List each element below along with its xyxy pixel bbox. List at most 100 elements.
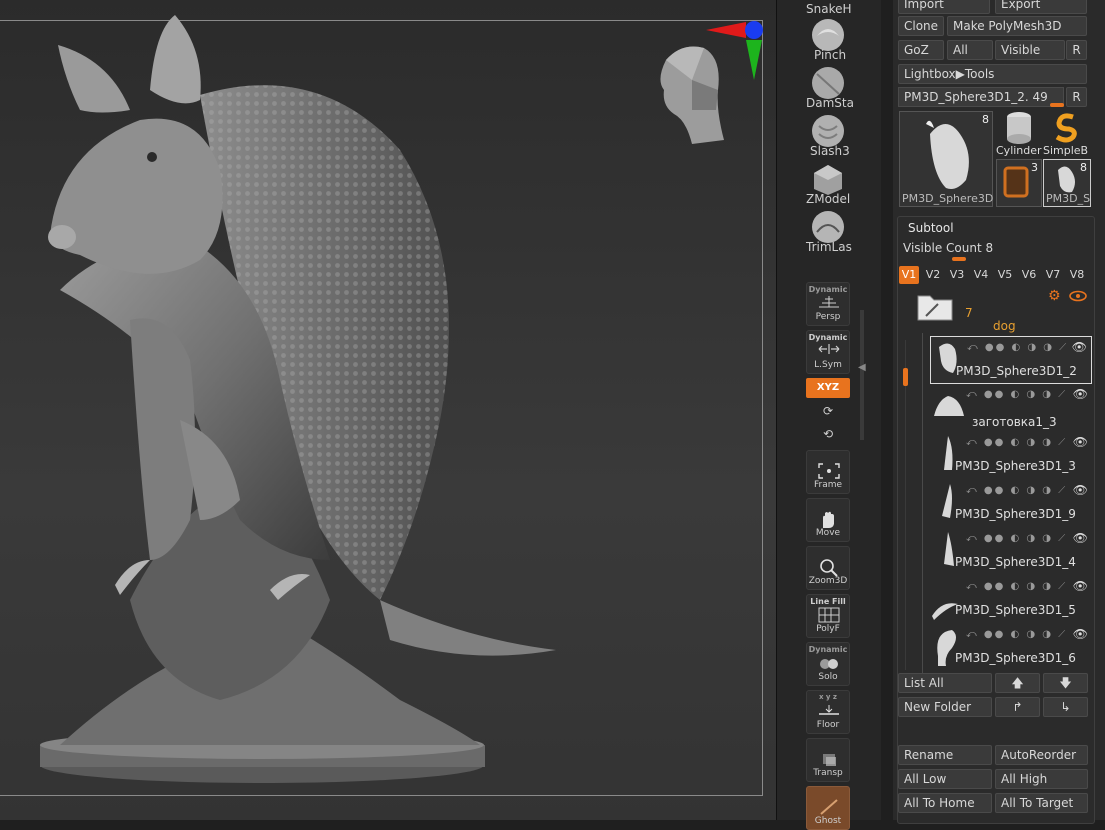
tab-v8[interactable]: V8 [1067,266,1087,284]
dynamic-label: Dynamic [808,285,848,294]
tab-v3[interactable]: V3 [947,266,967,284]
eye-icon[interactable] [1069,290,1087,302]
subtool-item-toggles[interactable]: ⤺ ●● ◐ ◑ ◑ ⟋ [966,581,1067,592]
solo-spheres-icon [820,659,838,669]
rename-button[interactable]: Rename [898,745,992,765]
lightbox-tools-button[interactable]: Lightbox▶Tools [898,64,1087,84]
eye-icon[interactable]: 👁 [1073,627,1088,641]
tab-v2[interactable]: V2 [923,266,943,284]
subtool-item-toggles[interactable]: ⤺ ●● ◐ ◑ ◑ ⟋ [966,485,1067,496]
subtool-scroll-track[interactable] [905,340,906,670]
brush-pinch[interactable]: Pinch [776,18,880,66]
auto-reorder-button[interactable]: AutoReorder [995,745,1088,765]
all-low-button[interactable]: All Low [898,769,992,789]
move-up-button[interactable]: 🡅 [995,673,1040,693]
new-folder-label: New Folder [904,700,972,714]
goz-r-button[interactable]: R [1066,40,1087,60]
tab-v1[interactable]: V1 [899,266,919,284]
eye-icon[interactable]: 👁 [1073,579,1088,593]
subtool-name: PM3D_Sphere3D1_3 [955,459,1076,473]
shelf-scrollbar[interactable] [860,310,864,440]
tab-v5[interactable]: V5 [995,266,1015,284]
subtool-item[interactable]: ⤺ ●● ◐ ◑ ◑ ⟋ 👁 PM3D_Sphere3D1_3 [930,432,1092,480]
subtool-title[interactable]: Subtool [908,221,954,235]
make-polymesh-button[interactable]: Make PolyMesh3D [947,16,1087,36]
armadillo-small-icon [1058,166,1075,193]
tab-v4[interactable]: V4 [971,266,991,284]
export-button[interactable]: Export [995,0,1087,14]
import-button[interactable]: Import [898,0,990,14]
solo-button[interactable]: Dynamic Solo [806,642,850,686]
eye-icon[interactable]: 👁 [1072,340,1087,354]
brush-slash3[interactable]: Slash3 [776,114,880,162]
floor-button[interactable]: x y z Floor [806,690,850,734]
subtool-item[interactable]: ⤺ ●● ◐ ◑ ◑ ⟋ 👁 PM3D_Sphere3D1_5 [930,576,1092,624]
navigation-head-icon[interactable] [652,40,732,150]
tab-v6[interactable]: V6 [1019,266,1039,284]
subtool-name: PM3D_Sphere3D1_9 [955,507,1076,521]
subtool-item[interactable]: ⤺ ●● ◐ ◑ ◑ ⟋ 👁 PM3D_Sphere3D1_2 [930,336,1092,384]
tool-thumb-main[interactable]: 8 PM3D_Sphere3D [899,111,993,207]
subtool-item-toggles[interactable]: ⤺ ●● ◐ ◑ ◑ ⟋ [966,629,1067,640]
y-rotate-icon[interactable]: ⟳ [818,404,838,420]
tool-slider-knob[interactable] [1050,103,1064,107]
subtool-item[interactable]: ⤺ ●● ◐ ◑ ◑ ⟋ 👁 PM3D_Sphere3D1_9 [930,480,1092,528]
z-rotate-icon[interactable]: ⟲ [818,427,838,443]
lsym-button[interactable]: Dynamic L.Sym [806,330,850,374]
clone-button[interactable]: Clone [898,16,944,36]
move-out-folder-button[interactable]: ↳ [1043,697,1088,717]
gear-icon[interactable]: ⚙ [1048,288,1061,304]
frame-button[interactable]: Frame [806,450,850,494]
folder-name[interactable]: dog [993,319,1016,333]
dynamic-label: Dynamic [808,645,848,654]
subtool-item[interactable]: ⤺ ●● ◐ ◑ ◑ ⟋ 👁 PM3D_Sphere3D1_4 [930,528,1092,576]
ghost-button[interactable]: Ghost [806,786,850,830]
goz-all-button[interactable]: All [947,40,993,60]
transp-button[interactable]: Transp [806,738,850,782]
all-to-home-button[interactable]: All To Home [898,793,992,813]
subtool-item[interactable]: ⤺ ●● ◐ ◑ ◑ ⟋ 👁 PM3D_Sphere3D1_6 [930,624,1092,672]
move-button[interactable]: Move [806,498,850,542]
subtool-scroll-thumb[interactable] [903,368,908,386]
eye-icon[interactable]: 👁 [1073,387,1088,401]
eye-icon[interactable]: 👁 [1073,483,1088,497]
document-canvas[interactable] [0,0,776,820]
list-all-button[interactable]: List All [898,673,992,693]
move-down-button[interactable]: 🡇 [1043,673,1088,693]
current-tool-slider[interactable]: PM3D_Sphere3D1_2. 49 [898,87,1064,107]
goz-button[interactable]: GoZ [898,40,944,60]
brush-label: SnakeH [806,2,852,16]
brush-damstandard[interactable]: DamSta [776,66,880,114]
goz-visible-button[interactable]: Visible [995,40,1065,60]
brush-trimlasso[interactable]: TrimLas [776,210,880,258]
tool-r-button[interactable]: R [1066,87,1087,107]
subtool-item-toggles[interactable]: ⤺ ●● ◐ ◑ ◑ ⟋ [966,437,1067,448]
tab-v7[interactable]: V7 [1043,266,1063,284]
visible-count-slider[interactable]: Visible Count 8 [903,241,993,255]
tool-thumb-simplebrush[interactable]: SimpleB [1043,111,1093,159]
ghost-icon [820,799,838,815]
new-folder-button[interactable]: New Folder [898,697,992,717]
polyf-button[interactable]: Line Fill PolyF [806,594,850,638]
r-label: R [1072,43,1081,57]
tool-thumb-cylinder[interactable]: Cylinder [996,111,1042,159]
current-tool-value: 49 [1032,90,1048,104]
visible-count-knob[interactable] [952,257,966,261]
subtool-item-toggles[interactable]: ⤺ ●● ◐ ◑ ◑ ⟋ [967,342,1068,353]
eye-icon[interactable]: 👁 [1073,435,1088,449]
brush-zmodeler[interactable]: ZModel [776,162,880,210]
subtool-item-toggles[interactable]: ⤺ ●● ◐ ◑ ◑ ⟋ [966,533,1067,544]
eye-icon[interactable]: 👁 [1073,531,1088,545]
tool-thumb-3[interactable]: 3 [996,159,1042,207]
all-to-target-button[interactable]: All To Target [995,793,1088,813]
subtool-item-toggles[interactable]: ⤺ ●● ◐ ◑ ◑ ⟋ [966,389,1067,400]
all-high-button[interactable]: All High [995,769,1088,789]
xyz-rotate-button[interactable]: XYZ [806,378,850,398]
persp-button[interactable]: Dynamic Persp [806,282,850,326]
folder-icon[interactable] [916,290,954,322]
subtool-item[interactable]: ⤺ ●● ◐ ◑ ◑ ⟋ 👁 заготовка1_3 [930,384,1092,432]
collapse-arrow-icon[interactable]: ◀ [858,362,866,373]
zoom3d-button[interactable]: Zoom3D [806,546,850,590]
move-to-folder-button[interactable]: ↱ [995,697,1040,717]
tool-thumb-pm3d[interactable]: 8 PM3D_S [1043,159,1091,207]
